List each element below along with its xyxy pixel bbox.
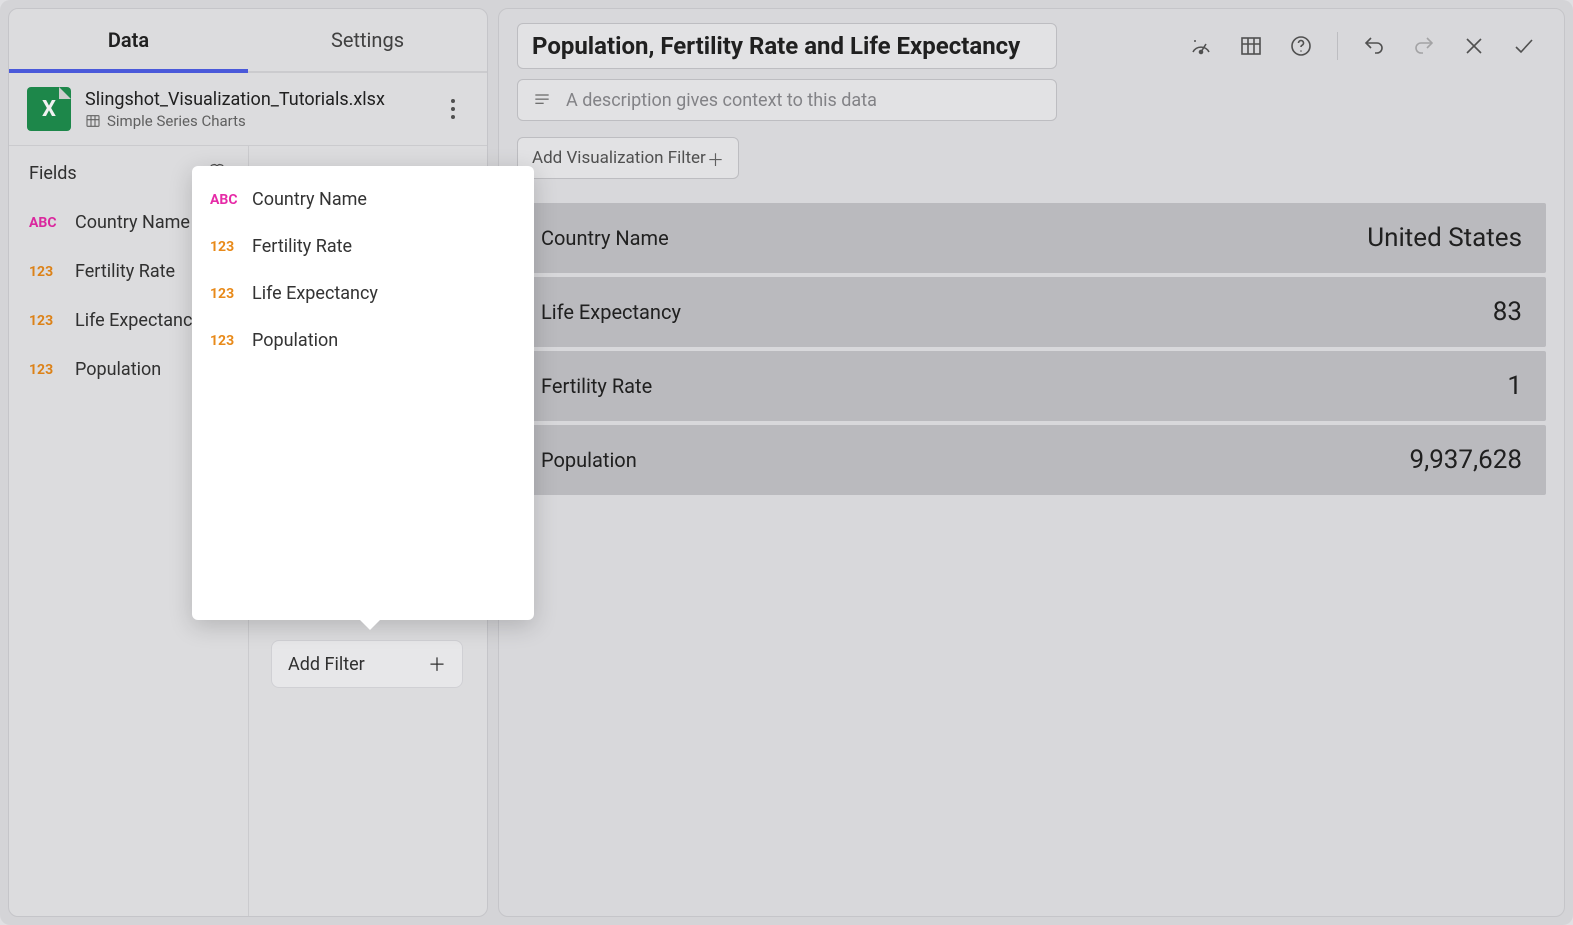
field-picker-popover: ABC Country Name 123 Fertility Rate 123 …	[192, 166, 534, 620]
number-type-icon: 123	[210, 239, 238, 255]
viz-row-life-expectancy: Life Expectancy 83	[517, 277, 1546, 347]
popover-item-fertility-rate[interactable]: 123 Fertility Rate	[192, 223, 534, 270]
popover-item-country-name[interactable]: ABC Country Name	[192, 176, 534, 223]
excel-icon: X	[27, 87, 71, 131]
popover-item-label: Population	[252, 330, 338, 351]
text-type-icon: ABC	[29, 215, 63, 231]
fields-heading: Fields	[29, 163, 77, 184]
close-icon[interactable]	[1460, 32, 1488, 60]
grid-icon[interactable]	[1237, 32, 1265, 60]
field-label: Life Expectancy	[75, 310, 201, 331]
confirm-icon[interactable]	[1510, 32, 1538, 60]
plus-icon: ＋	[428, 651, 446, 677]
field-label: Country Name	[75, 212, 190, 233]
viz-title-input[interactable]	[517, 23, 1057, 69]
tab-data[interactable]: Data	[9, 9, 248, 71]
popover-item-label: Country Name	[252, 189, 367, 210]
paragraph-icon	[532, 90, 552, 110]
source-filename: Slingshot_Visualization_Tutorials.xlsx	[85, 89, 423, 110]
tab-settings[interactable]: Settings	[248, 9, 487, 71]
help-icon[interactable]	[1287, 32, 1315, 60]
field-label: Fertility Rate	[75, 261, 175, 282]
popover-item-label: Life Expectancy	[252, 283, 378, 304]
toolbar	[1187, 32, 1546, 60]
popover-item-life-expectancy[interactable]: 123 Life Expectancy	[192, 270, 534, 317]
add-filter-button[interactable]: Add Filter ＋	[271, 640, 463, 688]
viz-row-fertility: Fertility Rate 1	[517, 351, 1546, 421]
gauge-icon[interactable]	[1187, 32, 1215, 60]
source-menu-button[interactable]	[437, 93, 469, 125]
number-type-icon: 123	[210, 286, 238, 302]
undo-icon[interactable]	[1360, 32, 1388, 60]
text-type-icon: ABC	[210, 192, 238, 208]
popover-item-label: Fertility Rate	[252, 236, 352, 257]
panel-tabs: Data Settings	[9, 9, 487, 73]
popover-item-population[interactable]: 123 Population	[192, 317, 534, 364]
main-panel: A description gives context to this data…	[498, 8, 1565, 917]
redo-icon[interactable]	[1410, 32, 1438, 60]
number-type-icon: 123	[29, 362, 63, 378]
kebab-icon	[451, 99, 455, 119]
field-label: Population	[75, 359, 161, 380]
number-type-icon: 123	[29, 264, 63, 280]
number-type-icon: 123	[29, 313, 63, 329]
add-viz-filter-button[interactable]: Add Visualization Filter ＋	[517, 137, 739, 179]
source-sheet: Simple Series Charts	[85, 112, 423, 130]
viz-row-country: Country Name United States	[517, 203, 1546, 273]
viz-preview: Country Name United States Life Expectan…	[517, 203, 1546, 499]
number-type-icon: 123	[210, 333, 238, 349]
description-input[interactable]: A description gives context to this data	[517, 79, 1057, 121]
table-icon	[85, 113, 101, 129]
data-source-row: X Slingshot_Visualization_Tutorials.xlsx…	[9, 73, 487, 146]
viz-row-population: Population 9,937,628	[517, 425, 1546, 495]
plus-icon: ＋	[707, 146, 724, 171]
